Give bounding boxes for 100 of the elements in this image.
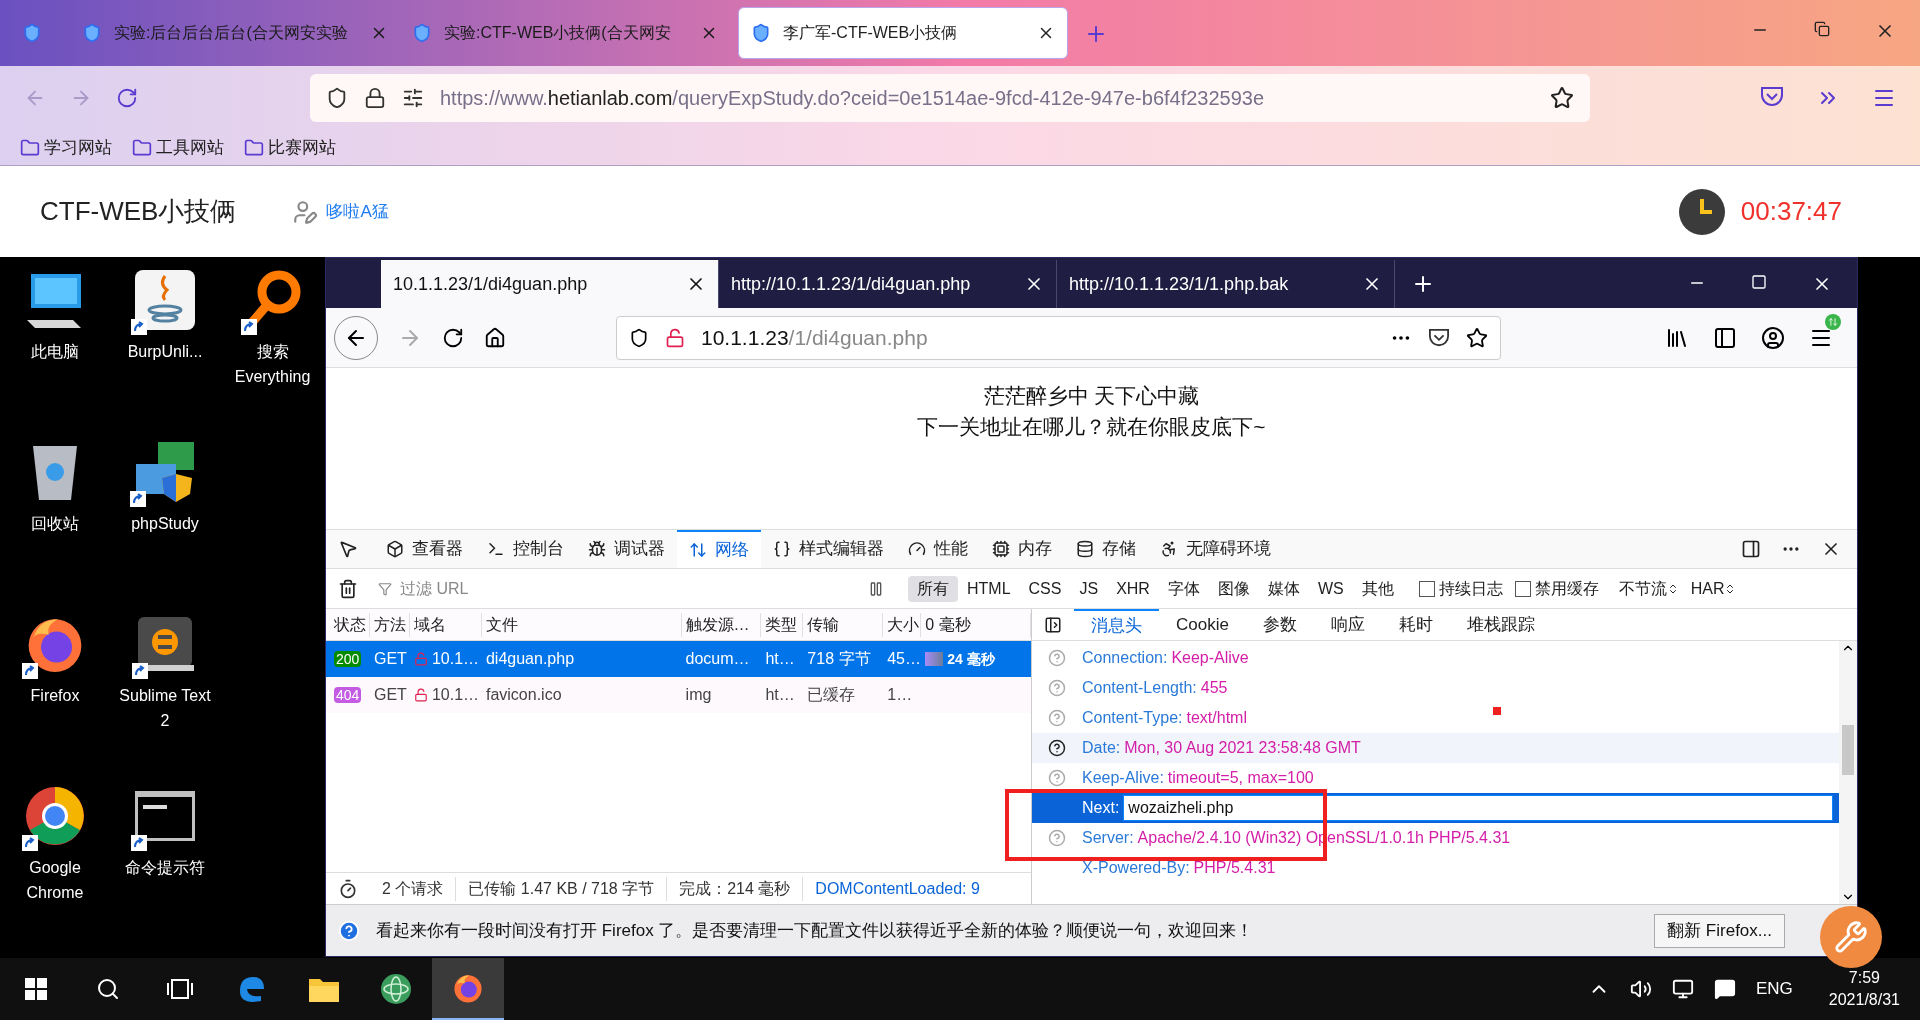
- account-icon[interactable]: [1761, 325, 1785, 350]
- type-filter-button[interactable]: JS: [1070, 575, 1108, 602]
- column-header[interactable]: 类型: [761, 612, 804, 637]
- browser-tab[interactable]: 实验:CTF-WEB小技俩(合天网安: [400, 7, 730, 59]
- bookmark-star-icon[interactable]: [1550, 86, 1574, 110]
- detail-tab[interactable]: 参数: [1245, 609, 1314, 640]
- type-filter-button[interactable]: CSS: [1019, 575, 1071, 602]
- devtools-tab[interactable]: 网络: [677, 530, 761, 568]
- detail-tab[interactable]: 堆栈跟踪: [1449, 609, 1552, 640]
- desktop-icon-label[interactable]: 搜索 Everything: [220, 339, 325, 389]
- type-filter-button[interactable]: 其他: [1352, 575, 1403, 602]
- bookmark-folder[interactable]: 工具网站: [132, 134, 224, 161]
- element-picker-icon[interactable]: [338, 539, 358, 559]
- column-header[interactable]: 0 毫秒: [921, 612, 1032, 637]
- type-filter-button[interactable]: WS: [1308, 575, 1353, 602]
- header-row[interactable]: Date: Mon, 30 Aug 2021 23:58:48 GMT: [1032, 733, 1839, 763]
- devtools-tab[interactable]: 内存: [980, 530, 1064, 568]
- user-name-link[interactable]: 哆啦A猛: [326, 198, 389, 225]
- clear-icon[interactable]: [338, 578, 358, 599]
- checkbox[interactable]: [1418, 580, 1435, 597]
- desktop-icon-label[interactable]: Sublime Text 2: [110, 683, 220, 733]
- panel-toggle-icon[interactable]: [1044, 615, 1062, 634]
- type-filter-button[interactable]: 所有: [908, 575, 958, 602]
- home-icon[interactable]: [484, 326, 506, 349]
- desktop-icon-label[interactable]: Google Chrome: [0, 855, 110, 905]
- browser-tab[interactable]: 10.1.1.23/1/di4guan.php: [381, 260, 719, 308]
- har-select[interactable]: HAR: [1690, 576, 1737, 601]
- language-indicator[interactable]: ENG: [1755, 976, 1793, 1002]
- checkbox[interactable]: [1514, 580, 1531, 597]
- filter-field[interactable]: 过滤 URL: [400, 576, 852, 601]
- column-header[interactable]: 状态: [330, 612, 370, 637]
- detail-tab[interactable]: 耗时: [1381, 609, 1450, 640]
- type-filter-button[interactable]: 图像: [1208, 575, 1259, 602]
- header-row[interactable]: Next: wozaizheli.php: [1032, 793, 1839, 823]
- column-header[interactable]: 域名: [409, 612, 482, 637]
- desktop-icon-label[interactable]: phpStudy: [127, 511, 203, 536]
- scrollbar[interactable]: [1839, 641, 1857, 904]
- devtools-tab[interactable]: 控制台: [475, 530, 576, 568]
- type-filter-button[interactable]: HTML: [958, 575, 1020, 602]
- devtools-tab[interactable]: 样式编辑器: [761, 530, 896, 568]
- bookmark-folder[interactable]: 学习网站: [20, 134, 112, 161]
- dock-icon[interactable]: [1741, 539, 1761, 559]
- devtools-tab[interactable]: 查看器: [374, 530, 475, 568]
- type-filter-button[interactable]: XHR: [1107, 575, 1159, 602]
- header-row[interactable]: Keep-Alive: timeout=5, max=100: [1032, 763, 1839, 793]
- header-value-field[interactable]: wozaizheli.php: [1123, 795, 1833, 821]
- devtools-tab[interactable]: 调试器: [576, 530, 677, 568]
- type-filter-button[interactable]: 字体: [1158, 575, 1209, 602]
- column-header[interactable]: 方法: [369, 612, 410, 637]
- pocket-icon[interactable]: [1760, 86, 1784, 108]
- desktop-icon-label[interactable]: 此电脑: [27, 339, 83, 364]
- header-row[interactable]: Content-Type: text/html: [1032, 703, 1839, 733]
- address-bar[interactable]: https://www.hetianlab.com/queryExpStudy.do?ceid=0e1514ae-9fcd-412e-947e-b6f4f232593e: [310, 74, 1590, 122]
- detail-tab[interactable]: Cookie: [1159, 609, 1246, 640]
- header-name: Server:: [1082, 828, 1135, 848]
- detail-tab[interactable]: 响应: [1313, 609, 1382, 640]
- column-header[interactable]: 触发源…: [681, 612, 762, 637]
- throttle-select[interactable]: 不节流: [1618, 576, 1679, 601]
- desktop-icon-label[interactable]: 回收站: [27, 511, 83, 536]
- address-bar[interactable]: 10.1.1.23/1/di4guan.php: [616, 315, 1501, 360]
- devtools-tab[interactable]: 无障碍环境: [1148, 530, 1283, 568]
- pocket-icon[interactable]: [1428, 327, 1450, 348]
- sidebar-icon[interactable]: [1713, 325, 1737, 350]
- scrollbar-thumb[interactable]: [1842, 725, 1854, 775]
- pause-icon[interactable]: [868, 580, 884, 597]
- stopwatch-icon[interactable]: [338, 878, 358, 899]
- header-row[interactable]: Content-Length: 455: [1032, 673, 1839, 703]
- request-row[interactable]: 200 GET 10.1… di4guan.php docum… ht… 718 字节 45… 24 毫秒: [326, 641, 1031, 677]
- desktop-icon-label[interactable]: 命令提示符: [121, 855, 209, 880]
- desktop-icon-label[interactable]: Firefox: [26, 683, 84, 708]
- task-view-icon[interactable]: [166, 978, 194, 1000]
- header-row[interactable]: Connection: Keep-Alive: [1032, 643, 1839, 673]
- windows-logo-icon[interactable]: [25, 978, 47, 1000]
- request-row[interactable]: 404 GET 10.1… favicon.ico img ht… 已缓存 1…: [326, 677, 1031, 713]
- notification-icon[interactable]: [1713, 978, 1736, 1000]
- column-header[interactable]: 大小: [883, 612, 922, 637]
- help-icon[interactable]: [1048, 739, 1066, 757]
- volume-icon[interactable]: [1629, 978, 1652, 1000]
- devtools-tab[interactable]: 存储: [1064, 530, 1148, 568]
- devtools-tab[interactable]: 性能: [896, 530, 980, 568]
- clock-date[interactable]: 2021/8/31: [1828, 989, 1900, 1011]
- refresh-firefox-button[interactable]: 翻新 Firefox...: [1654, 913, 1785, 948]
- command-prompt-icon: [133, 789, 197, 843]
- type-filter-button[interactable]: 媒体: [1258, 575, 1309, 602]
- bookmark-folder[interactable]: 比赛网站: [244, 134, 336, 161]
- browser-tab[interactable]: 李广军-CTF-WEB小技俩: [738, 7, 1068, 59]
- network-icon[interactable]: [1671, 978, 1694, 1000]
- detail-tab[interactable]: 消息头: [1074, 609, 1159, 640]
- column-header[interactable]: 传输: [803, 612, 884, 637]
- search-icon[interactable]: [96, 977, 120, 1001]
- desktop-icon-label[interactable]: BurpUnli...: [123, 339, 207, 364]
- clock-time[interactable]: 7:59: [1848, 967, 1880, 989]
- header-row[interactable]: X-Powered-By: PHP/5.4.31: [1032, 853, 1839, 883]
- maximize-icon[interactable]: [1751, 274, 1767, 290]
- bookmark-star-icon[interactable]: [1466, 326, 1488, 349]
- column-header[interactable]: 文件: [481, 612, 682, 637]
- table-cell-text: 718 字节: [806, 649, 872, 669]
- reload-icon[interactable]: [442, 326, 464, 349]
- folder-icon: [20, 137, 40, 158]
- restore-icon[interactable]: [1814, 21, 1830, 37]
